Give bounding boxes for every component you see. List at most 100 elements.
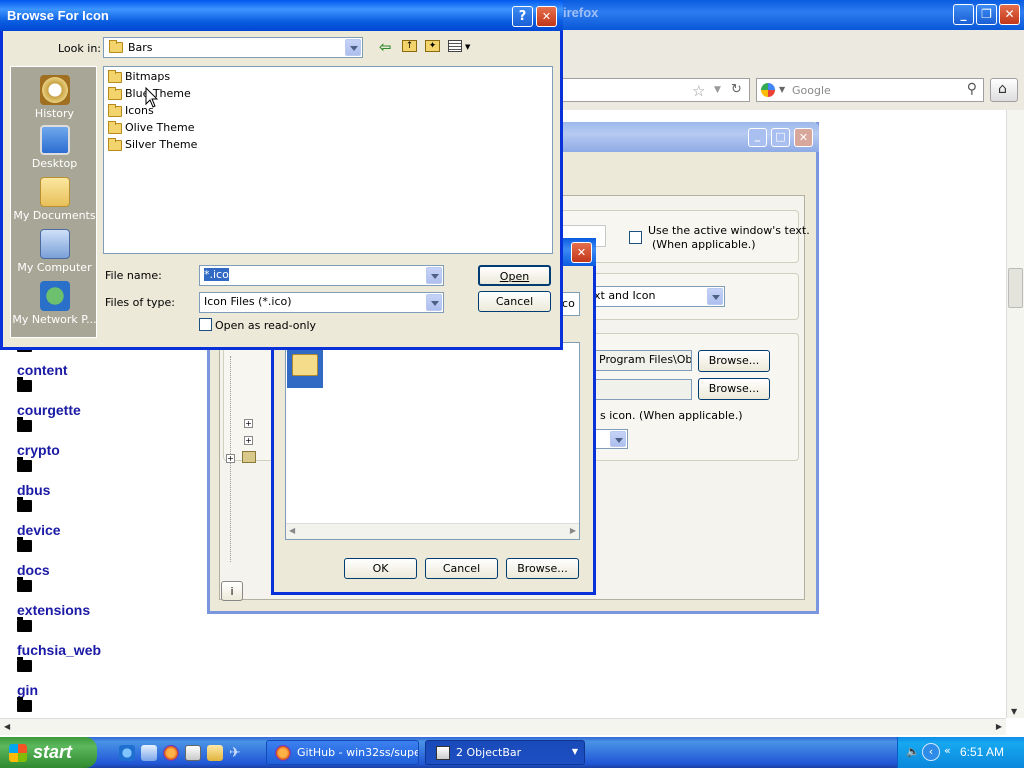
places-my-network[interactable]: My Network P... [11, 281, 98, 326]
help-button[interactable]: ? [512, 6, 533, 27]
objectbar-minimize-button[interactable]: _ [748, 128, 767, 147]
scroll-left-arrow-icon[interactable]: ◀ [4, 722, 10, 731]
open-folder-icon [292, 354, 318, 376]
directory-link[interactable]: gin [17, 682, 38, 698]
send-icon[interactable]: ✈ [229, 745, 245, 761]
engine-dropdown-icon[interactable]: ▼ [779, 85, 785, 94]
magnifier-icon[interactable]: ⚲ [967, 81, 977, 97]
chevron-down-icon[interactable]: ▼ [465, 43, 470, 51]
directory-link[interactable]: extensions [17, 602, 90, 618]
clock: 6:51 AM [960, 745, 1005, 759]
info-button[interactable]: i [221, 581, 243, 601]
scroll-right-arrow-icon[interactable]: ▶ [996, 722, 1002, 731]
directory-link[interactable]: dbus [17, 482, 50, 498]
file-name-field[interactable]: *.ico [199, 265, 444, 286]
chevron-down-icon[interactable] [610, 431, 626, 447]
look-in-select[interactable]: Bars [103, 37, 363, 58]
directory-link[interactable]: docs [17, 562, 50, 578]
places-desktop[interactable]: Desktop [11, 125, 98, 170]
task-github[interactable]: GitHub - win32ss/super... [266, 740, 419, 765]
new-folder-icon[interactable]: ✦ [425, 40, 440, 52]
tray-collapse-icon[interactable]: ‹ [922, 743, 940, 761]
scroll-left-arrow-icon[interactable]: ◀ [289, 526, 295, 535]
tree-expander-icon[interactable]: + [244, 436, 253, 445]
browser-close-button[interactable]: ✕ [999, 4, 1020, 25]
browse-button-2[interactable]: Browse... [698, 378, 770, 400]
google-engine-icon[interactable] [761, 83, 775, 97]
change-icon-close-button[interactable]: ✕ [571, 242, 592, 263]
read-only-checkbox[interactable] [199, 318, 212, 331]
directory-link[interactable]: content [17, 362, 68, 378]
directory-link[interactable]: device [17, 522, 61, 538]
file-list[interactable]: Bitmaps Blue Theme Icons Olive Theme Sil… [103, 66, 553, 254]
icon-list-scrollbar[interactable]: ◀ ▶ [286, 523, 579, 539]
files-of-type-select[interactable]: Icon Files (*.ico) [199, 292, 444, 313]
file-item[interactable]: Silver Theme [108, 137, 197, 155]
ie-icon[interactable] [119, 745, 135, 761]
objectbar-close-button[interactable]: ✕ [794, 128, 813, 147]
bookmark-star-icon[interactable]: ☆ [692, 82, 705, 100]
firefox-icon[interactable] [163, 745, 179, 761]
scroll-down-arrow-icon[interactable]: ▼ [1011, 707, 1017, 716]
places-my-computer[interactable]: My Computer [11, 229, 98, 274]
back-arrow-icon[interactable]: ⇦ [379, 38, 392, 56]
chevron-down-icon[interactable] [426, 294, 442, 311]
display-mode-select[interactable]: xt and Icon [589, 286, 725, 307]
browse-button[interactable]: Browse... [506, 558, 579, 579]
places-my-documents[interactable]: My Documents [11, 177, 98, 222]
look-in-value: Bars [128, 41, 153, 54]
start-button[interactable]: start [0, 737, 97, 768]
explorer-icon[interactable] [185, 745, 201, 761]
folder-icon [108, 103, 122, 117]
active-window-text-checkbox[interactable] [629, 231, 642, 244]
objectbar-maximize-button[interactable]: □ [771, 128, 790, 147]
chevron-down-icon[interactable] [426, 267, 442, 284]
places-history[interactable]: History [11, 75, 98, 120]
files-of-type-value: Icon Files (*.ico) [204, 295, 292, 308]
file-item[interactable]: Bitmaps [108, 69, 170, 87]
chevron-down-icon[interactable] [345, 39, 361, 56]
page-vertical-scrollbar[interactable]: ▼ [1006, 110, 1024, 718]
tree-expander-icon[interactable]: + [226, 454, 235, 463]
tree-expander-icon[interactable]: + [244, 419, 253, 428]
file-item[interactable]: Olive Theme [108, 120, 195, 138]
ok-button[interactable]: OK [344, 558, 417, 579]
directory-link[interactable]: fuchsia_web [17, 642, 101, 658]
chevron-down-icon: ▼ [571, 747, 578, 756]
selected-icon-cell[interactable] [287, 344, 323, 388]
icon-path-field[interactable]: Program Files\Obje [594, 350, 692, 371]
place-label: History [34, 107, 75, 120]
windows-logo-icon [9, 744, 27, 762]
search-bar[interactable]: ▼ Google ⚲ [756, 78, 984, 102]
browse-close-button[interactable]: ✕ [536, 6, 557, 27]
up-folder-icon[interactable]: ↑ [402, 40, 417, 52]
cancel-button[interactable]: Cancel [425, 558, 498, 579]
history-dropdown-icon[interactable]: ▼ [714, 85, 721, 95]
browser-restore-button[interactable]: ❐ [976, 4, 997, 25]
reload-icon[interactable]: ↻ [731, 82, 742, 97]
show-desktop-icon[interactable] [141, 745, 157, 761]
page-horizontal-scrollbar[interactable]: ◀ ▶ [0, 718, 1006, 735]
file-item-label: Olive Theme [125, 121, 195, 134]
home-button[interactable]: ⌂ [990, 78, 1018, 102]
task-objectbar[interactable]: 2 ObjectBar ▼ [425, 740, 585, 765]
scroll-right-arrow-icon[interactable]: ▶ [570, 526, 576, 535]
open-button[interactable]: Open [478, 265, 551, 286]
icon-option-select[interactable] [594, 429, 628, 449]
browse-button-1[interactable]: Browse... [698, 350, 770, 372]
folder-icon [17, 537, 32, 552]
directory-link[interactable]: crypto [17, 442, 60, 458]
chevron-down-icon[interactable] [707, 288, 723, 305]
browser-minimize-button[interactable]: _ [953, 4, 974, 25]
tray-expand-icon[interactable]: « [944, 744, 951, 757]
scroll-thumb[interactable] [1008, 268, 1023, 308]
icon-list[interactable]: ◀ ▶ [285, 342, 580, 540]
cancel-button[interactable]: Cancel [478, 291, 551, 312]
url-bar[interactable]: ☆ ▼ ↻ [560, 78, 750, 102]
view-menu-icon[interactable] [448, 40, 462, 52]
directory-link[interactable]: courgette [17, 402, 81, 418]
folder-icon[interactable] [207, 745, 223, 761]
secondary-path-field[interactable] [594, 379, 692, 400]
tray-sound-icon[interactable]: 🔈 [906, 745, 920, 758]
task-label: GitHub - win32ss/super... [297, 746, 419, 759]
